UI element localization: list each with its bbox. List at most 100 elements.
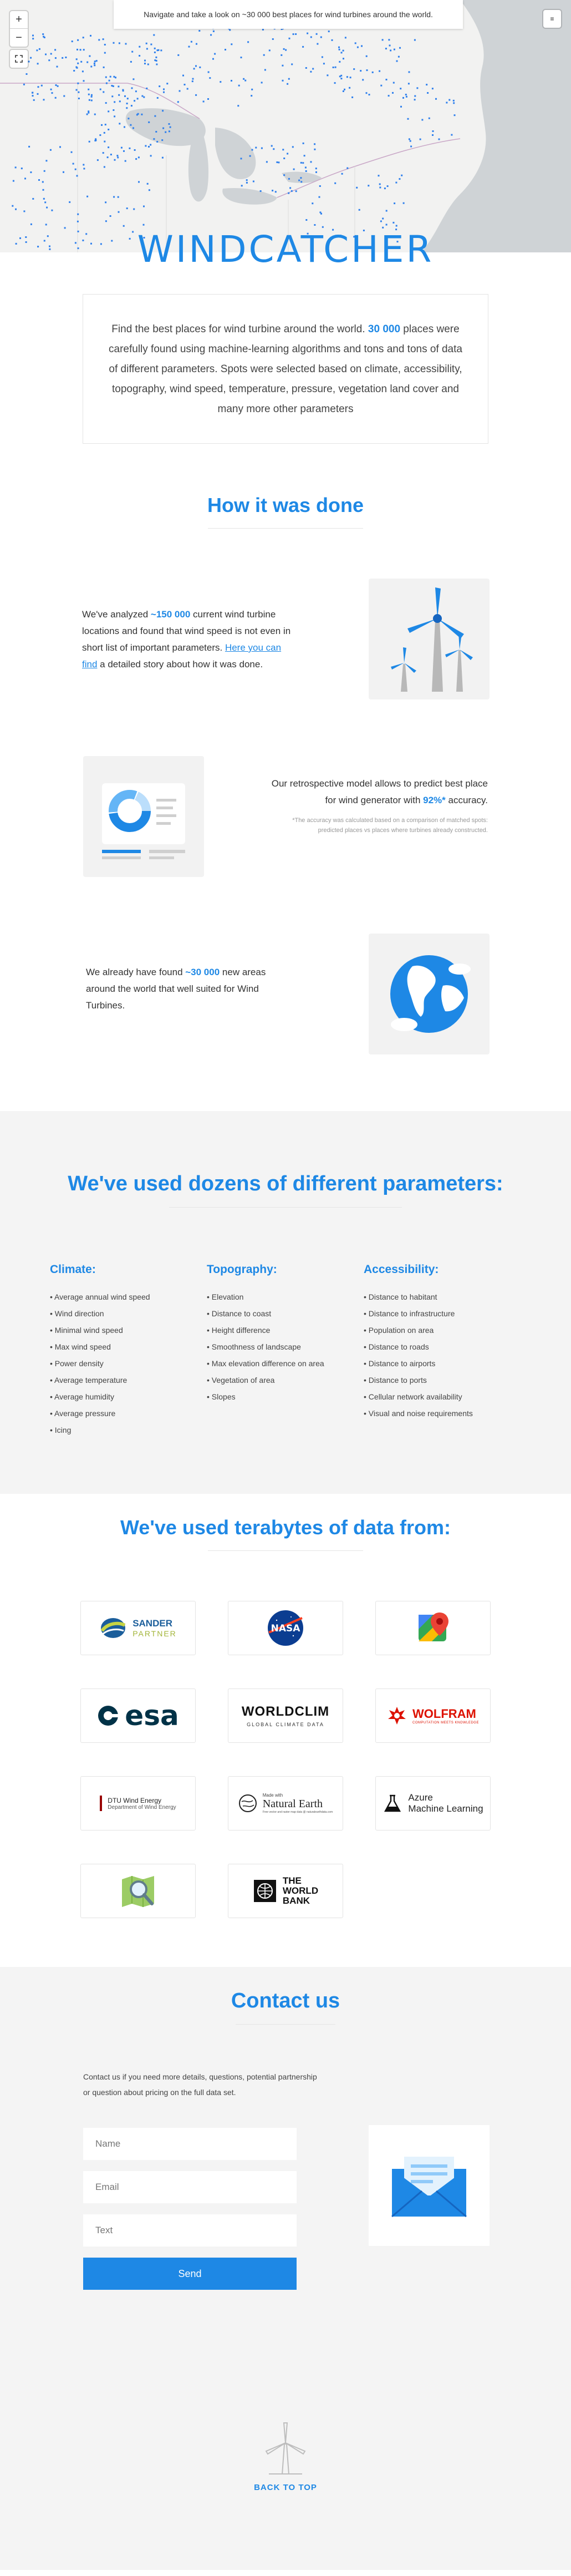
wind-spot-marker[interactable] [281, 54, 283, 56]
wind-spot-marker[interactable] [131, 87, 133, 89]
wind-spot-marker[interactable] [295, 33, 297, 35]
wind-spot-marker[interactable] [190, 40, 192, 43]
map-search-logo[interactable] [80, 1864, 196, 1918]
wind-spot-marker[interactable] [382, 217, 384, 220]
wind-spot-marker[interactable] [148, 189, 150, 191]
wind-spot-marker[interactable] [12, 180, 14, 182]
wind-spot-marker[interactable] [319, 185, 321, 187]
wind-spot-marker[interactable] [90, 99, 93, 102]
wind-spot-marker[interactable] [341, 173, 343, 175]
wind-spot-marker[interactable] [342, 90, 344, 92]
wind-spot-marker[interactable] [153, 138, 155, 140]
wind-spot-marker[interactable] [108, 110, 110, 113]
wind-spot-marker[interactable] [380, 220, 382, 222]
wind-spot-marker[interactable] [104, 124, 106, 126]
wind-spot-marker[interactable] [102, 152, 104, 154]
wind-spot-marker[interactable] [379, 186, 381, 189]
wind-spot-marker[interactable] [32, 95, 34, 97]
wind-spot-marker[interactable] [83, 168, 85, 170]
wind-spot-marker[interactable] [241, 185, 243, 187]
zoom-in-button[interactable]: + [10, 11, 28, 29]
wind-spot-marker[interactable] [115, 77, 116, 79]
wind-spot-marker[interactable] [287, 83, 289, 85]
wind-spot-marker[interactable] [453, 114, 456, 116]
wind-spot-marker[interactable] [62, 57, 64, 59]
wind-spot-marker[interactable] [132, 127, 134, 129]
wind-spot-marker[interactable] [207, 71, 210, 73]
wind-spot-marker[interactable] [288, 37, 290, 39]
wind-spot-marker[interactable] [240, 57, 242, 59]
wind-spot-marker[interactable] [161, 156, 164, 159]
wind-spot-marker[interactable] [103, 66, 105, 68]
wind-spot-marker[interactable] [332, 67, 334, 68]
wind-spot-marker[interactable] [148, 146, 150, 148]
wind-spot-marker[interactable] [159, 85, 161, 88]
wind-spot-marker[interactable] [408, 71, 410, 73]
wind-spot-marker[interactable] [143, 205, 145, 207]
wind-spot-marker[interactable] [207, 98, 209, 100]
wind-spot-marker[interactable] [166, 83, 169, 85]
wind-spot-marker[interactable] [109, 75, 111, 78]
wind-spot-marker[interactable] [90, 34, 91, 37]
wind-spot-marker[interactable] [125, 43, 127, 45]
wind-spot-marker[interactable] [259, 190, 262, 192]
wind-spot-marker[interactable] [54, 57, 57, 59]
wind-spot-marker[interactable] [133, 208, 135, 210]
wind-spot-marker[interactable] [56, 65, 58, 68]
wind-spot-marker[interactable] [130, 124, 132, 126]
wind-spot-marker[interactable] [334, 182, 337, 184]
wind-spot-marker[interactable] [63, 171, 64, 173]
wind-spot-marker[interactable] [78, 98, 80, 99]
wind-spot-marker[interactable] [365, 55, 368, 57]
wind-spot-marker[interactable] [146, 182, 149, 185]
wind-spot-marker[interactable] [128, 118, 130, 120]
wind-spot-marker[interactable] [160, 49, 162, 52]
wind-spot-marker[interactable] [32, 38, 34, 40]
wind-spot-marker[interactable] [104, 140, 106, 143]
wind-spot-marker[interactable] [98, 39, 100, 41]
wind-spot-marker[interactable] [137, 113, 139, 115]
wind-spot-marker[interactable] [416, 87, 419, 89]
wind-spot-marker[interactable] [156, 141, 159, 143]
wind-spot-marker[interactable] [148, 121, 150, 123]
wind-spot-marker[interactable] [302, 142, 304, 144]
wind-spot-marker[interactable] [72, 163, 74, 165]
wind-spot-marker[interactable] [255, 146, 257, 149]
wind-spot-marker[interactable] [273, 148, 275, 150]
google-maps-logo[interactable] [375, 1601, 491, 1655]
wind-spot-marker[interactable] [195, 94, 197, 96]
wind-spot-marker[interactable] [51, 209, 53, 211]
wind-spot-marker[interactable] [101, 124, 103, 126]
wind-spot-marker[interactable] [246, 179, 248, 181]
wind-spot-marker[interactable] [288, 178, 290, 180]
wind-spot-marker[interactable] [113, 75, 115, 78]
wind-spot-marker[interactable] [108, 79, 110, 82]
wind-spot-marker[interactable] [401, 174, 403, 176]
wind-spot-marker[interactable] [317, 43, 319, 45]
wind-spot-marker[interactable] [252, 180, 254, 182]
wind-spot-marker[interactable] [346, 167, 349, 169]
wind-spot-marker[interactable] [292, 146, 294, 148]
wind-spot-marker[interactable] [214, 53, 216, 55]
wind-spot-marker[interactable] [287, 153, 289, 155]
wind-spot-marker[interactable] [229, 29, 231, 31]
wind-spot-marker[interactable] [212, 30, 215, 32]
wind-spot-marker[interactable] [435, 98, 437, 100]
wind-spot-marker[interactable] [88, 93, 90, 95]
wind-spot-marker[interactable] [307, 32, 309, 34]
wind-spot-marker[interactable] [397, 55, 400, 58]
wind-spot-marker[interactable] [405, 95, 407, 98]
wind-spot-marker[interactable] [428, 117, 430, 119]
wind-spot-marker[interactable] [353, 68, 355, 70]
wind-spot-marker[interactable] [169, 126, 171, 128]
wind-spot-marker[interactable] [388, 39, 390, 41]
wind-spot-marker[interactable] [396, 60, 398, 62]
wind-spot-marker[interactable] [144, 63, 146, 65]
wind-spot-marker[interactable] [251, 149, 253, 151]
wind-spot-marker[interactable] [110, 154, 112, 156]
wind-spot-marker[interactable] [385, 210, 388, 212]
wind-spot-marker[interactable] [356, 186, 358, 189]
wind-spot-marker[interactable] [32, 197, 34, 200]
wolfram-logo[interactable]: WOLFRAM COMPUTATION MEETS KNOWLEDGE [375, 1688, 491, 1743]
wind-spot-marker[interactable] [320, 212, 322, 215]
